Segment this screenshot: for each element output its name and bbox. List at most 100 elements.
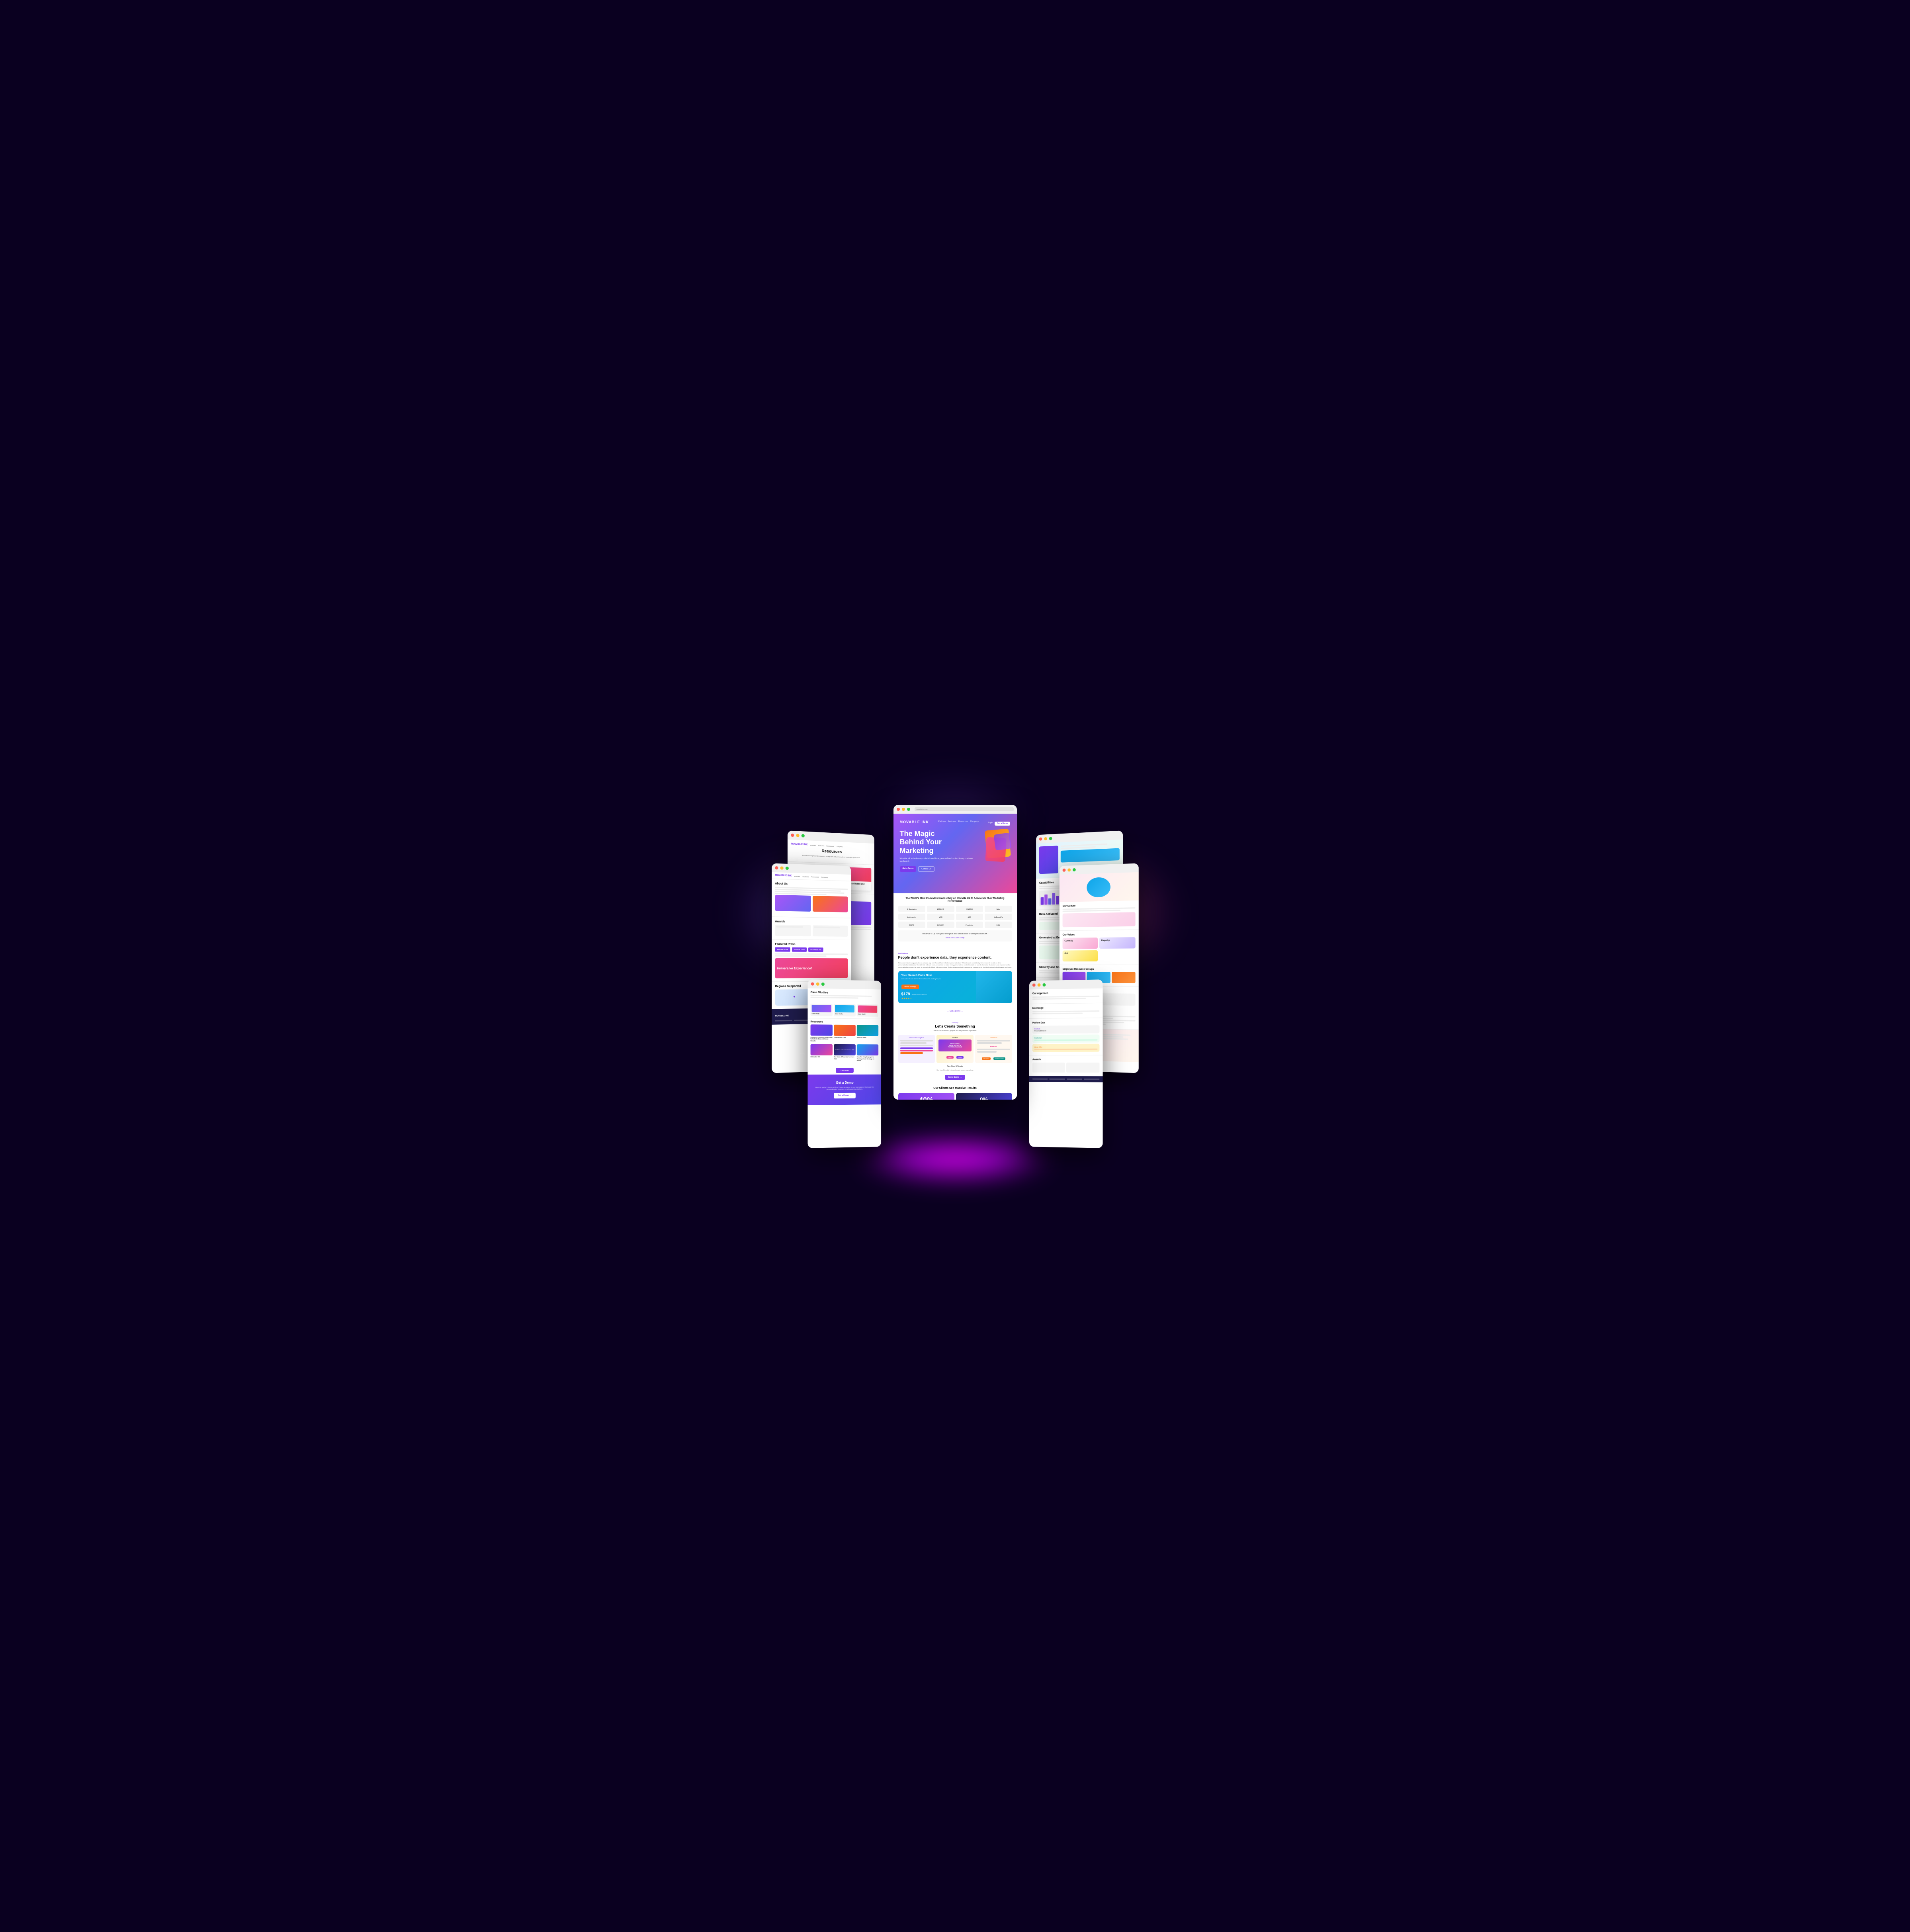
ctrl-2[interactable] xyxy=(900,1050,933,1051)
lf-nav-3[interactable]: Resources xyxy=(811,875,819,878)
logo-mcdonalds: McDonald's xyxy=(985,914,1012,920)
diag-mid-text: ASHA YOUNG,FROM SITTING INTHE FRONT ALCO… xyxy=(947,1042,963,1049)
result-0: 0% Decrease in Costs xyxy=(956,1093,1012,1100)
platform-link[interactable]: ← Get a Demo → xyxy=(947,1010,963,1012)
card-bar-br xyxy=(1029,979,1103,989)
bl-res-item-5[interactable]: The State of Financial Services 2021 The… xyxy=(834,1044,856,1062)
ctrl-3[interactable] xyxy=(900,1052,923,1054)
rf-val-1: Curiosity xyxy=(1064,940,1096,942)
bl-res-img-2 xyxy=(834,1024,856,1035)
hero-line1: The Magic xyxy=(900,830,935,838)
hero-line3: Marketing xyxy=(900,847,934,855)
map-dot-1 xyxy=(793,996,795,997)
bl-load-more-btn[interactable]: Load More xyxy=(836,1067,853,1073)
bl-res-item-1[interactable]: Intelligent Content in Email: How to Act… xyxy=(810,1024,832,1041)
results-title: Our Clients See Massive Results xyxy=(898,1087,1012,1090)
logo-delta: DELTA xyxy=(898,922,926,928)
clients-title: The World's Most Innovative Brands Rely … xyxy=(898,897,1012,904)
bl-res-item-3[interactable]: How The State xyxy=(856,1024,878,1042)
url-text: movableink.com xyxy=(917,808,928,810)
br-ex-t2 xyxy=(1032,1012,1082,1014)
hero-demo-btn[interactable]: Get a Demo xyxy=(900,866,917,872)
rp-nav-platform[interactable]: Platform xyxy=(810,844,816,846)
nav-resources[interactable]: Resources xyxy=(958,820,968,823)
bar-3 xyxy=(1048,898,1051,904)
lf-press-text xyxy=(775,953,848,957)
bl-res-text-6: How The Help Deployed a Thriving Email S… xyxy=(856,1056,878,1062)
bl-demo-sub: Whether you're trying to achieve the per… xyxy=(814,1086,875,1090)
nav-platform[interactable]: Platform xyxy=(938,820,946,823)
lf-banner-text: Immersive Experience! xyxy=(777,966,812,970)
lf-nav-4[interactable]: Company xyxy=(821,876,828,878)
main-hero-buttons: Get a Demo Contact Us xyxy=(900,866,979,872)
get-demo-btn[interactable]: Get a Demo → xyxy=(945,1075,965,1080)
logo-msn: MSN xyxy=(927,914,954,920)
url-bar[interactable]: movableink.com xyxy=(915,807,1014,811)
rp-nav-features[interactable]: Features xyxy=(818,844,824,846)
bl-res-img-6 xyxy=(856,1044,878,1055)
lf-about-title: About Us xyxy=(775,882,848,887)
bl-res-item-6[interactable]: How The Help Deployed a Thriving Email S… xyxy=(856,1044,878,1062)
rp-logo: MOVABLE INK xyxy=(791,843,807,846)
min-dot xyxy=(796,834,799,837)
br-offer-label: What Offer xyxy=(1034,1045,1097,1048)
bl-cs-title: Case Studies xyxy=(810,991,878,995)
close-dot-bl xyxy=(811,982,814,985)
br-award-2 xyxy=(1066,1062,1099,1072)
lf-press-1: MOVABLE INK xyxy=(775,947,790,951)
bl-cs-item-3[interactable]: Case Study xyxy=(856,1004,878,1016)
bl-cs-grid: Case Study Case Study Case Study xyxy=(807,1001,881,1019)
result-40-pct: 40% xyxy=(901,1096,951,1100)
diag-rr1 xyxy=(977,1040,1010,1041)
bl-cs-item-2[interactable]: Case Study xyxy=(834,1004,856,1016)
diag-mid-label: Content xyxy=(938,1037,972,1039)
br-approach-title: Our Approach xyxy=(1032,991,1099,995)
travel-book-btn[interactable]: Book Today xyxy=(901,985,919,989)
bl-res-item-2[interactable]: Content Nine Tool xyxy=(834,1024,856,1042)
diag-rb1 xyxy=(977,1049,1010,1050)
bl-res-item-4[interactable]: MOVABLE INK xyxy=(810,1044,832,1061)
main-login[interactable]: Login xyxy=(988,822,993,826)
bfl-1 xyxy=(1032,1078,1048,1079)
ctrl-1[interactable] xyxy=(900,1047,933,1049)
logo-dsw: DSW xyxy=(985,922,1012,928)
rf-ct1 xyxy=(1062,907,1135,910)
bl-cs-img-2 xyxy=(835,1005,854,1012)
bl-cs-img-3 xyxy=(858,1005,877,1012)
lf-award-1 xyxy=(775,924,811,936)
travel-ad-content: Your Search Ends Now. Interactive Travel… xyxy=(901,974,1009,1000)
rp-nav-resources[interactable]: Resources xyxy=(826,844,834,847)
bl-cs-t1 xyxy=(810,994,872,996)
bl-demo-section: Get a Demo Whether you're trying to achi… xyxy=(807,1074,881,1105)
bl-demo-btn[interactable]: Get a Demo → xyxy=(834,1092,855,1098)
close-dot-rb xyxy=(1039,837,1042,840)
nav-features[interactable]: Features xyxy=(948,820,956,823)
quote-section: "Revenue is up 26% year-over-year as a d… xyxy=(898,930,1012,942)
main-scene: MOVABLE INK Platform Features Resources … xyxy=(764,773,1146,1159)
max-dot-lf xyxy=(785,866,788,869)
read-case-link[interactable]: Read the Case Study xyxy=(901,937,1010,939)
travel-ad-sub: Interactive Travel that for Beach Resort… xyxy=(901,978,1009,980)
max-dot-bl xyxy=(821,982,824,985)
lf-nav-2[interactable]: Features xyxy=(802,875,809,877)
rp-nav-items: Platform Features Resources Company xyxy=(810,844,843,848)
main-cta-btn[interactable]: Get a Demo xyxy=(995,822,1011,826)
bl-cs-label-3: Case Study xyxy=(858,1013,877,1015)
rf-culture-img xyxy=(1062,912,1135,927)
bl-res-text-4: MOVABLE INK xyxy=(810,1056,832,1058)
rp-nav-company[interactable]: Company xyxy=(836,845,843,847)
lf-nav-1[interactable]: Platform xyxy=(794,875,800,877)
br-ap-t2 xyxy=(1032,998,1085,1000)
nav-company[interactable]: Company xyxy=(970,820,979,823)
diag-mid-visual: ASHA YOUNG,FROM SITTING INTHE FRONT ALCO… xyxy=(938,1039,972,1051)
close-dot xyxy=(791,833,794,837)
br-offer-bar xyxy=(1034,1048,1097,1050)
logo-starbucks: ★ Starbucks xyxy=(898,906,926,912)
main-hero-body: The Magic Behind Your Marketing Movable … xyxy=(900,830,1011,872)
hero-contact-btn[interactable]: Contact Us xyxy=(918,866,934,872)
create-sub: Use the visualizer for a glimpse into th… xyxy=(898,1030,1012,1032)
bl-cs-item-1[interactable]: Case Study xyxy=(810,1003,832,1016)
travel-ad: Your Search Ends Now. Interactive Travel… xyxy=(898,971,1012,1003)
bl-res-text-3: How The State xyxy=(856,1036,878,1038)
rf-values-title: Our Values xyxy=(1062,933,1135,936)
